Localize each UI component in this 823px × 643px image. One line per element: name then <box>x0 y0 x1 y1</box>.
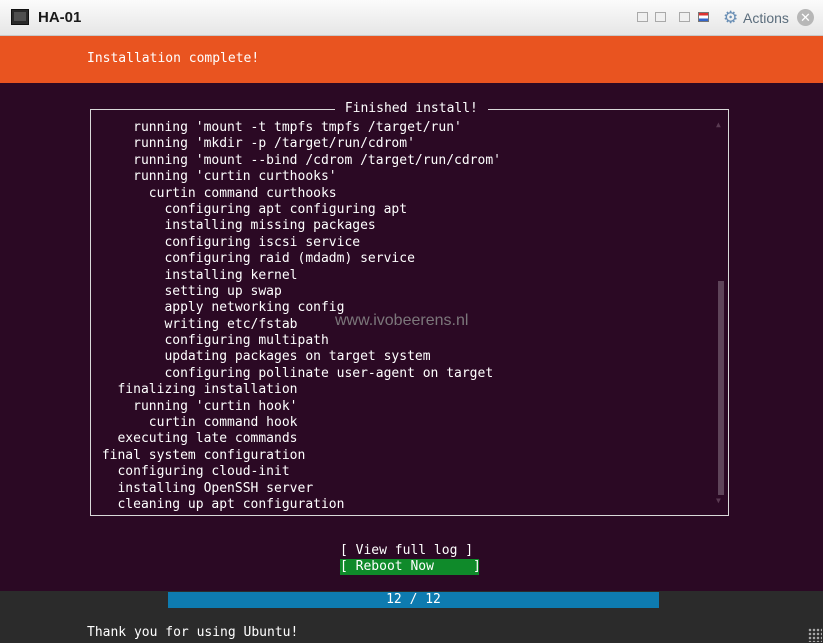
view-full-log-button[interactable]: [ View full log ] <box>340 543 473 559</box>
progress-label: 12 / 12 <box>386 592 441 607</box>
header-title: Installation complete! <box>87 51 260 66</box>
footer-message: Thank you for using Ubuntu! <box>87 625 299 640</box>
resize-grip-icon[interactable] <box>808 628 822 642</box>
installer-header: Installation complete! <box>0 36 823 83</box>
log-scrollbar-thumb[interactable] <box>718 281 724 495</box>
log-line: curtin command curthooks <box>94 185 337 201</box>
log-line: finalizing installation <box>94 382 298 398</box>
log-line: configuring raid (mdadm) service <box>94 251 415 267</box>
actions-menu[interactable]: Actions <box>743 10 789 26</box>
log-box-title: Finished install! <box>335 101 488 116</box>
watermark-text: www.ivobeerens.nl <box>335 312 469 329</box>
log-line: running 'mount --bind /cdrom /target/run… <box>94 152 501 168</box>
vm-console-window: HA-01 ⚙ Actions ✕ Installation complete!… <box>0 0 823 643</box>
log-line: final system configuration <box>94 447 306 463</box>
restore-icon[interactable] <box>655 12 666 22</box>
log-line: running 'curtin hook' <box>94 398 298 414</box>
close-icon[interactable]: ✕ <box>797 9 814 26</box>
minimize-icon[interactable] <box>637 12 648 22</box>
gear-icon[interactable]: ⚙ <box>723 9 738 26</box>
log-line: installing kernel <box>94 267 298 283</box>
log-line: running 'curtin curthooks' <box>94 169 337 185</box>
log-line: configuring apt configuring apt <box>94 201 408 217</box>
flag-icon[interactable] <box>698 12 709 22</box>
log-line: running 'mount -t tmpfs tmpfs /target/ru… <box>94 120 462 135</box>
log-line: configuring cloud-init <box>94 464 290 480</box>
log-line: curtin command hook <box>94 415 298 431</box>
log-line: installing missing packages <box>94 218 376 234</box>
console-screen: Installation complete! Finished install!… <box>0 36 823 643</box>
log-line: configuring multipath <box>94 333 329 349</box>
log-line: configuring pollinate user-agent on targ… <box>94 365 494 381</box>
installer-footer: 12 / 12 Thank you for using Ubuntu! <box>0 591 823 643</box>
log-line: setting up swap <box>94 283 282 299</box>
log-line: executing late commands <box>94 431 298 447</box>
scroll-up-icon[interactable]: ▲ <box>716 120 721 129</box>
log-line: running 'mkdir -p /target/run/cdrom' <box>94 136 415 152</box>
window-titlebar: HA-01 ⚙ Actions ✕ <box>0 0 823 36</box>
log-line: configuring iscsi service <box>94 234 361 250</box>
reboot-now-button[interactable]: [ Reboot Now ] <box>340 559 481 575</box>
log-line: updating packages on target system <box>94 349 431 365</box>
maximize-icon[interactable] <box>679 12 690 22</box>
log-line: cleaning up apt configuration <box>94 496 345 512</box>
log-line: installing OpenSSH server <box>94 480 314 496</box>
window-title: HA-01 <box>38 9 82 26</box>
vm-console-icon <box>11 9 29 25</box>
scroll-down-icon[interactable]: ▼ <box>716 496 721 505</box>
progress-bar: 12 / 12 <box>168 592 659 608</box>
